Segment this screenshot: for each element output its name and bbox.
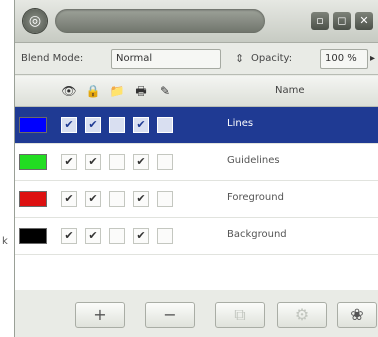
layer-row[interactable]: ✔ ✔ ✔ Background: [15, 218, 378, 255]
folder-checkbox[interactable]: [109, 117, 125, 133]
visible-checkbox[interactable]: ✔: [61, 191, 77, 207]
close-button[interactable]: ✕: [355, 12, 373, 30]
print-checkbox[interactable]: ✔: [133, 228, 149, 244]
remove-layer-button[interactable]: −: [145, 302, 195, 328]
layer-list: ✔ ✔ ✔ Lines ✔ ✔ ✔ Guidelines ✔ ✔ ✔ Foreground ✔ ✔ ✔ Bac…: [15, 107, 378, 290]
layer-buttons-bar: + − ⧉ ⚙ ❀: [15, 292, 378, 337]
layer-color-swatch[interactable]: [19, 154, 47, 170]
print-icon: 🖶: [135, 84, 147, 98]
spin-icon: ⇕: [235, 52, 245, 65]
opacity-label: Opacity:: [251, 53, 293, 64]
layer-settings-button[interactable]: ⚙: [277, 302, 327, 328]
new-group-button[interactable]: ❀: [337, 302, 377, 328]
layer-name[interactable]: Guidelines: [227, 155, 280, 166]
blend-mode-label: Blend Mode:: [21, 53, 84, 64]
add-layer-button[interactable]: +: [75, 302, 125, 328]
visible-icon: 👁: [61, 84, 77, 98]
visible-checkbox[interactable]: ✔: [61, 117, 77, 133]
layer-row[interactable]: ✔ ✔ ✔ Guidelines: [15, 144, 378, 181]
lock-checkbox[interactable]: ✔: [85, 154, 101, 170]
folder-checkbox[interactable]: [109, 154, 125, 170]
layer-row[interactable]: ✔ ✔ ✔ Lines: [15, 107, 378, 144]
snap-checkbox[interactable]: [157, 117, 173, 133]
shade-button[interactable]: ▫: [311, 12, 329, 30]
print-checkbox[interactable]: ✔: [133, 191, 149, 207]
layer-color-swatch[interactable]: [19, 228, 47, 244]
layer-name[interactable]: Lines: [227, 118, 253, 129]
opacity-arrow-icon[interactable]: ▸: [370, 53, 375, 64]
window-title: [55, 9, 265, 33]
name-column-header: Name: [275, 85, 305, 96]
opacity-field[interactable]: 100 %: [320, 49, 368, 69]
layer-name[interactable]: Background: [227, 229, 287, 240]
window-menu-icon[interactable]: ◎: [23, 9, 47, 33]
print-checkbox[interactable]: ✔: [133, 117, 149, 133]
lock-checkbox[interactable]: ✔: [85, 117, 101, 133]
layer-list-header: 👁 🔒 📁 🖶 ✎ Name: [15, 76, 378, 107]
snap-checkbox[interactable]: [157, 154, 173, 170]
snap-checkbox[interactable]: [157, 191, 173, 207]
lock-checkbox[interactable]: ✔: [85, 191, 101, 207]
visible-checkbox[interactable]: ✔: [61, 228, 77, 244]
snap-checkbox[interactable]: [157, 228, 173, 244]
layer-toolbar: Blend Mode: Normal ⇕ Opacity: 100 % ▸: [15, 44, 378, 75]
folder-icon: 📁: [109, 84, 125, 98]
folder-checkbox[interactable]: [109, 191, 125, 207]
folder-checkbox[interactable]: [109, 228, 125, 244]
side-label: k: [2, 236, 8, 247]
snap-icon: ✎: [159, 84, 171, 98]
layer-color-swatch[interactable]: [19, 191, 47, 207]
title-bar[interactable]: ◎ ▫ ◻ ✕: [15, 0, 378, 43]
layer-color-swatch[interactable]: [19, 117, 47, 133]
print-checkbox[interactable]: ✔: [133, 154, 149, 170]
layers-window: ◎ ▫ ◻ ✕ Blend Mode: Normal ⇕ Opacity: 10…: [14, 0, 378, 337]
duplicate-layer-button[interactable]: ⧉: [215, 302, 265, 328]
visible-checkbox[interactable]: ✔: [61, 154, 77, 170]
lock-checkbox[interactable]: ✔: [85, 228, 101, 244]
lock-icon: 🔒: [85, 84, 101, 98]
maximize-button[interactable]: ◻: [333, 12, 351, 30]
blend-mode-select[interactable]: Normal: [111, 49, 221, 69]
layer-name[interactable]: Foreground: [227, 192, 284, 203]
layer-row[interactable]: ✔ ✔ ✔ Foreground: [15, 181, 378, 218]
